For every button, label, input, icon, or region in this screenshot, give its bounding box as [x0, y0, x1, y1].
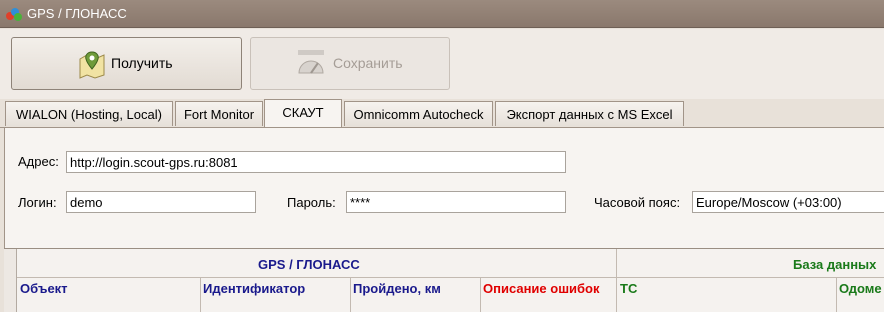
map-pin-icon: [79, 51, 105, 79]
tab-label: СКАУТ: [282, 105, 324, 120]
password-label: Пароль:: [287, 195, 336, 210]
save-button-label: Сохранить: [333, 55, 403, 71]
timezone-select[interactable]: Europe/Moscow (+03:00): [692, 191, 884, 213]
address-input[interactable]: http://login.scout-gps.ru:8081: [66, 151, 566, 173]
app-icon: [6, 8, 22, 21]
column-header-errors[interactable]: Описание ошибок: [483, 281, 600, 296]
window-title: GPS / ГЛОНАСС: [27, 6, 127, 21]
tab-scout[interactable]: СКАУТ: [264, 99, 342, 128]
tab-bar: WIALON (Hosting, Local) Fort Monitor СКА…: [0, 99, 884, 128]
tab-wialon[interactable]: WIALON (Hosting, Local): [5, 101, 173, 126]
grid-divider: [480, 277, 481, 312]
timezone-label: Часовой пояс:: [594, 195, 681, 210]
grid-divider: [17, 277, 884, 278]
get-button-label: Получить: [111, 55, 173, 71]
column-header-identifier[interactable]: Идентификатор: [203, 281, 305, 296]
login-label: Логин:: [18, 195, 57, 210]
data-grid: GPS / ГЛОНАСС База данных Объект Идентиф…: [4, 248, 884, 312]
address-label: Адрес:: [18, 154, 59, 169]
tab-label: WIALON (Hosting, Local): [16, 107, 162, 122]
save-button[interactable]: Сохранить: [250, 37, 450, 90]
grid-divider: [616, 249, 617, 312]
scout-settings-panel: Адрес: http://login.scout-gps.ru:8081 Ло…: [4, 128, 884, 248]
group-header-gps: GPS / ГЛОНАСС: [258, 257, 360, 272]
grid-divider: [350, 277, 351, 312]
toolbar: Получить Сохранить: [0, 29, 884, 99]
tab-omnicomm[interactable]: Omnicomm Autocheck: [344, 101, 493, 126]
group-header-db: База данных: [793, 257, 877, 272]
grid-divider: [836, 277, 837, 312]
column-header-distance[interactable]: Пройдено, км: [353, 281, 441, 296]
tab-label: Omnicomm Autocheck: [353, 107, 484, 122]
grid-divider: [200, 277, 201, 312]
get-button[interactable]: Получить: [11, 37, 242, 90]
tab-excel-export[interactable]: Экспорт данных с MS Excel: [495, 101, 684, 126]
row-header-gutter: [4, 249, 17, 312]
tab-label: Fort Monitor: [183, 107, 255, 122]
column-header-odometer[interactable]: Одоме: [839, 281, 882, 296]
password-input[interactable]: ****: [346, 191, 566, 213]
tab-fort-monitor[interactable]: Fort Monitor: [175, 101, 263, 126]
title-bar: GPS / ГЛОНАСС: [0, 0, 884, 28]
login-input[interactable]: demo: [66, 191, 256, 213]
column-header-object[interactable]: Объект: [20, 281, 68, 296]
gauge-icon: [298, 50, 324, 74]
tab-label: Экспорт данных с MS Excel: [506, 107, 673, 122]
column-header-vehicle[interactable]: ТС: [620, 281, 637, 296]
